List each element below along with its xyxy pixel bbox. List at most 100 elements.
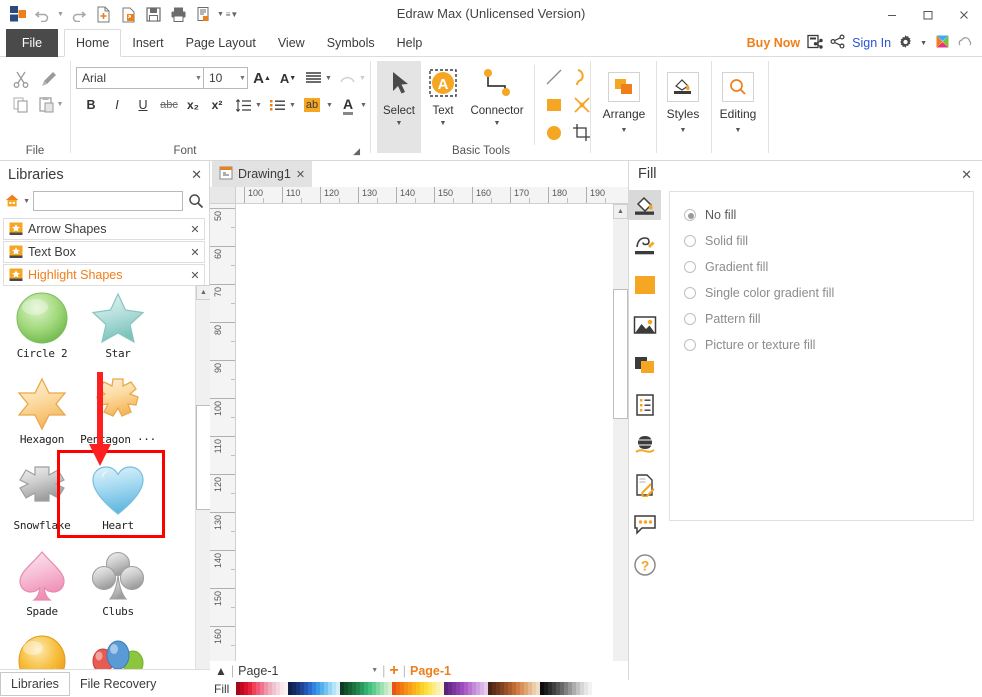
line-tool-icon[interactable] — [540, 63, 568, 91]
shape-item-circle-2[interactable]: Circle 2 — [4, 285, 80, 369]
shape-item-pentagon[interactable]: Pentagon ··· — [80, 371, 156, 455]
menu-tab-page-layout[interactable]: Page Layout — [175, 29, 267, 57]
library-category-highlight-shapes[interactable]: Highlight Shapes ✕ — [3, 264, 205, 286]
font-size-combo[interactable]: 10 ▼ — [204, 67, 248, 89]
rectangle-tool-icon[interactable] — [540, 91, 568, 119]
font-dialog-launcher[interactable]: ◢ — [353, 146, 360, 157]
underline-button[interactable]: U — [132, 94, 154, 116]
scrollbar-thumb[interactable] — [613, 289, 628, 419]
font-color-dropdown-icon[interactable]: ▼ — [358, 94, 369, 116]
menu-tab-view[interactable]: View — [267, 29, 316, 57]
fill-option-single-color-gradient-fill[interactable]: Single color gradient fill — [684, 286, 834, 300]
fill-option-picture-or-texture-fill[interactable]: Picture or texture fill — [684, 338, 815, 352]
chevron-up-icon[interactable]: ▲ — [215, 664, 227, 678]
line-spacing-dropdown-icon[interactable]: ▼ — [253, 94, 264, 116]
close-icon[interactable]: ✕ — [186, 269, 204, 282]
radio-button[interactable] — [684, 339, 696, 351]
gear-icon[interactable] — [898, 34, 913, 52]
bottom-tab-file-recovery[interactable]: File Recovery — [70, 672, 166, 696]
scroll-up-icon[interactable]: ▲ — [613, 204, 628, 219]
close-icon[interactable]: ✕ — [186, 223, 204, 236]
close-icon[interactable]: ✕ — [186, 246, 204, 259]
edraw-x-icon[interactable] — [934, 33, 951, 53]
italic-button[interactable]: I — [106, 94, 128, 116]
superscript-button[interactable]: x² — [206, 94, 228, 116]
radio-button[interactable] — [684, 235, 696, 247]
close-button[interactable] — [946, 0, 982, 29]
drawing-canvas[interactable] — [236, 204, 613, 676]
highlight-dropdown-icon[interactable]: ▼ — [324, 94, 335, 116]
color-swatch-icon[interactable] — [629, 270, 661, 300]
bullet-dropdown-icon[interactable]: ▼ — [287, 94, 298, 116]
libraries-scrollbar[interactable]: ▲ ▼ — [195, 285, 211, 697]
menu-file[interactable]: File — [6, 29, 58, 57]
font-color-icon[interactable]: A — [337, 94, 359, 116]
canvas-vertical-scrollbar[interactable]: ▲ ▼ — [613, 204, 628, 676]
arrange-button[interactable]: Arrange ▼ — [592, 61, 656, 153]
search-icon[interactable] — [186, 193, 206, 209]
palette-swatch[interactable] — [588, 682, 592, 695]
comment-icon[interactable] — [629, 510, 661, 540]
page-select[interactable]: Page-1 ▼ — [238, 664, 378, 678]
shape-item-clubs[interactable]: Clubs — [80, 543, 156, 627]
radio-button[interactable] — [684, 287, 696, 299]
text-highlight-icon[interactable]: ab — [300, 94, 324, 116]
shape-item-snowflake[interactable]: Snowflake — [4, 457, 80, 541]
shadow-layers-icon[interactable] — [629, 350, 661, 380]
sign-in-link[interactable]: Sign In — [852, 36, 891, 50]
fill-option-no-fill[interactable]: No fill — [684, 208, 736, 222]
menu-tab-home[interactable]: Home — [64, 29, 122, 57]
line-spacing-icon[interactable] — [232, 94, 254, 116]
font-family-combo[interactable]: Arial ▼ — [76, 67, 204, 89]
fill-option-gradient-fill[interactable]: Gradient fill — [684, 260, 768, 274]
libraries-search-input[interactable] — [33, 191, 183, 211]
radio-button[interactable] — [684, 261, 696, 273]
library-category-text-box[interactable]: Text Box ✕ — [3, 241, 205, 263]
shape-item-hexagon[interactable]: Hexagon — [4, 371, 80, 455]
share-doc-icon[interactable] — [807, 34, 823, 53]
styles-dropdown-icon[interactable]: ▼ — [680, 127, 687, 134]
fill-panel-close-icon[interactable]: ✕ — [961, 167, 972, 183]
bold-button[interactable]: B — [80, 94, 102, 116]
buy-now-link[interactable]: Buy Now — [747, 36, 800, 50]
radio-button[interactable] — [684, 313, 696, 325]
attachment-icon[interactable] — [629, 470, 661, 500]
scrollbar-thumb[interactable] — [196, 405, 211, 510]
properties-list-icon[interactable] — [629, 390, 661, 420]
curve-dropdown-icon[interactable]: ▼ — [357, 67, 368, 89]
document-tab-drawing1[interactable]: Drawing1 ✕ — [212, 161, 313, 187]
help-icon[interactable]: ? — [629, 550, 661, 580]
line-pen-icon[interactable] — [629, 230, 661, 260]
shape-item-heart[interactable]: Heart — [80, 457, 156, 541]
chevron-down-icon[interactable]: ▼ — [238, 75, 247, 82]
connector-dropdown-icon[interactable]: ▼ — [494, 120, 501, 127]
curve-text-icon[interactable] — [336, 67, 358, 89]
page-tab-page-1[interactable]: Page-1 — [410, 664, 451, 678]
minimize-button[interactable] — [874, 0, 910, 29]
ellipse-tool-icon[interactable] — [540, 119, 568, 147]
picture-icon[interactable] — [629, 310, 661, 340]
libraries-close-icon[interactable]: ✕ — [191, 167, 202, 183]
shrink-font-button[interactable]: A ▼ — [276, 67, 300, 89]
bottom-tab-libraries[interactable]: Libraries — [0, 671, 70, 696]
shape-item-spade[interactable]: Spade — [4, 543, 80, 627]
grow-font-button[interactable]: A ▲ — [250, 67, 274, 89]
color-palette[interactable] — [236, 682, 592, 695]
fill-option-solid-fill[interactable]: Solid fill — [684, 234, 748, 248]
editing-dropdown-icon[interactable]: ▼ — [735, 127, 742, 134]
select-dropdown-icon[interactable]: ▼ — [396, 120, 403, 127]
scroll-up-icon[interactable]: ▲ — [196, 285, 211, 300]
document-tab-close-icon[interactable]: ✕ — [296, 168, 305, 181]
align-dropdown-icon[interactable]: ▼ — [323, 67, 334, 89]
connector-tool-button[interactable]: Connector ▼ — [465, 61, 529, 153]
menu-tab-insert[interactable]: Insert — [121, 29, 174, 57]
text-dropdown-icon[interactable]: ▼ — [440, 120, 447, 127]
home-icon[interactable]: ▼ — [4, 191, 30, 211]
select-tool-button[interactable]: Select ▼ — [377, 61, 421, 153]
gear-dropdown-icon[interactable]: ▼ — [920, 40, 927, 47]
menu-tab-help[interactable]: Help — [386, 29, 434, 57]
menu-tab-symbols[interactable]: Symbols — [316, 29, 386, 57]
maximize-button[interactable] — [910, 0, 946, 29]
bullet-list-icon[interactable] — [266, 94, 288, 116]
subscript-button[interactable]: x₂ — [182, 94, 204, 116]
